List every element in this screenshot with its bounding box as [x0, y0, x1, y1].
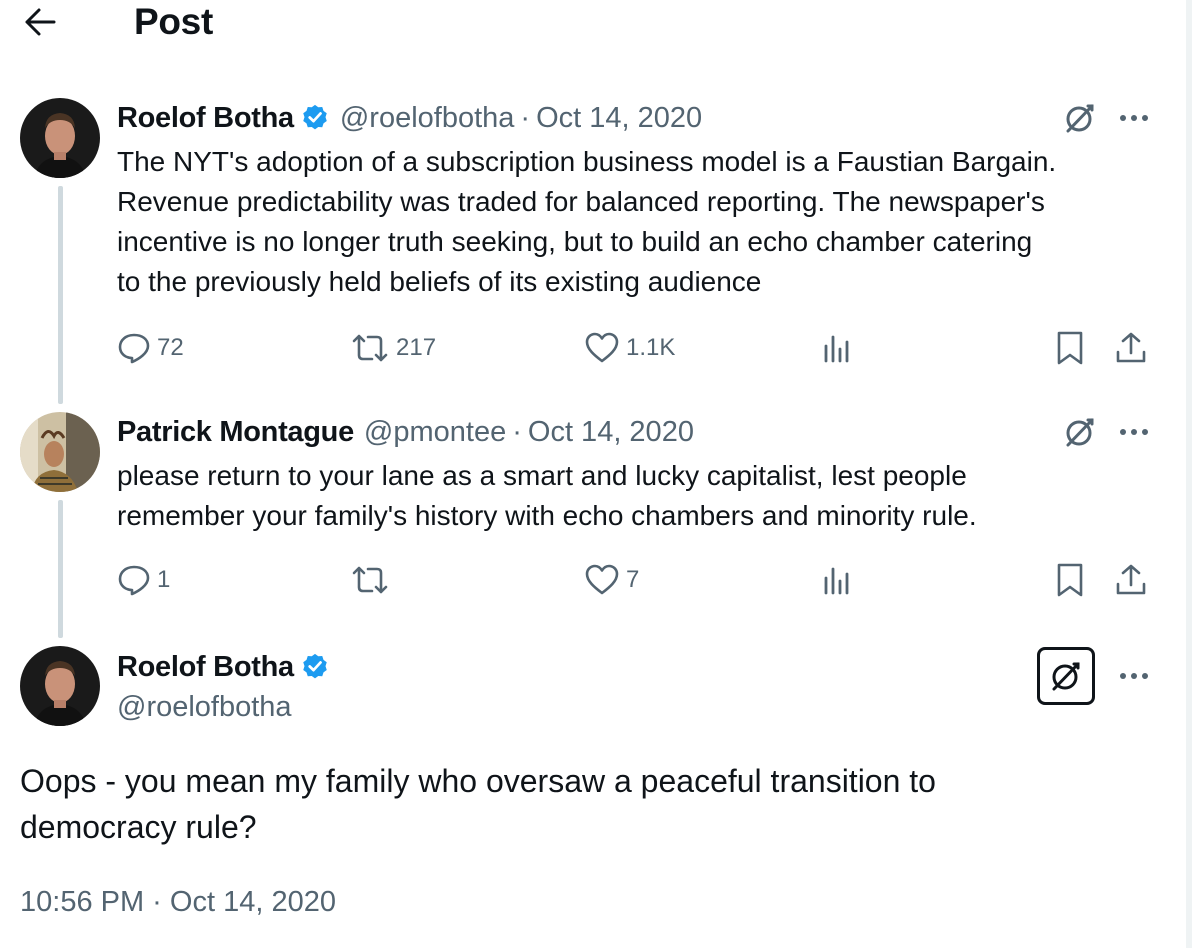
bookmark-icon [1057, 331, 1083, 365]
avatar[interactable] [20, 412, 100, 492]
more-options-button[interactable] [1114, 656, 1154, 696]
tweet-text-line: please return to your lane as a smart an… [117, 460, 967, 491]
analytics-icon [824, 567, 849, 595]
tweet-header: Patrick Montague @pmontee · Oct 14, 2020 [117, 414, 694, 450]
action-bar: 1 7 [117, 558, 1157, 602]
views-button[interactable] [820, 326, 854, 370]
page-title: Post [134, 1, 213, 42]
reply-icon [118, 333, 150, 364]
arrow-left-icon [25, 8, 56, 36]
display-name[interactable]: Roelof Botha [117, 651, 294, 684]
tweet-text: The NYT's adoption of a subscription bus… [117, 142, 1056, 302]
heart-icon [585, 564, 619, 595]
share-button[interactable] [1113, 558, 1149, 602]
handle[interactable]: @roelofbotha [117, 688, 292, 726]
share-icon [1116, 332, 1146, 363]
like-count: 7 [626, 566, 640, 593]
like-button[interactable]: 7 [584, 558, 639, 602]
bookmark-button[interactable] [1053, 558, 1087, 602]
tweet-text-line: incentive is no longer truth seeking, bu… [117, 226, 1033, 257]
bookmark-icon [1057, 563, 1083, 597]
grok-button[interactable] [1060, 98, 1100, 138]
share-icon [1116, 564, 1146, 595]
more-horizontal-icon [1120, 673, 1148, 679]
repost-button[interactable] [350, 558, 396, 602]
tweet-text-line: remember your family's history with echo… [117, 500, 977, 531]
post-timestamp[interactable]: 10:56 PM · Oct 14, 2020 [20, 882, 336, 922]
reply-icon [118, 565, 150, 596]
more-horizontal-icon [1120, 429, 1148, 435]
avatar[interactable] [20, 646, 100, 726]
like-button[interactable]: 1.1K [584, 326, 675, 370]
like-count: 1.1K [626, 334, 676, 361]
reply-count: 72 [157, 334, 184, 361]
views-button[interactable] [820, 558, 854, 602]
more-horizontal-icon [1120, 115, 1148, 121]
post-date[interactable]: Oct 14, 2020 [536, 102, 702, 135]
repost-count: 217 [396, 334, 437, 361]
verified-badge-icon[interactable] [300, 103, 330, 133]
reply-button[interactable]: 1 [117, 558, 170, 602]
post-date[interactable]: Oct 14, 2020 [528, 416, 694, 449]
handle[interactable]: @roelofbotha [340, 102, 515, 135]
display-name[interactable]: Roelof Botha [117, 102, 294, 135]
avatar[interactable] [20, 98, 100, 178]
grok-button[interactable] [1037, 647, 1095, 705]
grok-icon [1066, 418, 1094, 447]
repost-button[interactable]: 217 [350, 326, 436, 370]
grok-icon [1066, 104, 1094, 133]
post-text-line: democracy rule? [20, 809, 257, 845]
repost-icon [352, 334, 388, 362]
grok-button[interactable] [1060, 412, 1100, 452]
heart-icon [585, 332, 619, 363]
separator-dot: · [512, 415, 522, 448]
tweet-text: please return to your lane as a smart an… [117, 456, 977, 536]
more-options-button[interactable] [1114, 98, 1154, 138]
tweet-text-line: to the previously held beliefs of its ex… [117, 266, 762, 297]
analytics-icon [824, 335, 849, 363]
share-button[interactable] [1113, 326, 1149, 370]
thread-connector [58, 186, 63, 404]
grok-icon [1052, 662, 1080, 691]
verified-badge-icon[interactable] [300, 652, 330, 682]
scrollbar-track[interactable] [1186, 0, 1192, 948]
separator-dot: · [520, 101, 531, 134]
handle[interactable]: @pmontee [364, 416, 506, 449]
main-post-header: Roelof Botha [117, 648, 340, 686]
reply-button[interactable]: 72 [117, 326, 184, 370]
tweet-text-line: The NYT's adoption of a subscription bus… [117, 146, 1057, 177]
thread-connector [58, 500, 63, 638]
action-bar: 72 217 1.1K [117, 326, 1157, 370]
bookmark-button[interactable] [1053, 326, 1087, 370]
tweet-text-line: Revenue predictability was traded for ba… [117, 186, 1045, 217]
page-header: Post [0, 0, 1186, 50]
post-text-line: Oops - you mean my family who oversaw a … [20, 763, 936, 799]
back-button[interactable] [20, 2, 60, 42]
more-options-button[interactable] [1114, 412, 1154, 452]
reply-count: 1 [157, 566, 171, 593]
display-name[interactable]: Patrick Montague [117, 416, 354, 449]
tweet-header: Roelof Botha @roelofbotha · Oct 14, 2020 [117, 100, 702, 136]
repost-icon [352, 566, 388, 594]
main-post-text: Oops - you mean my family who oversaw a … [20, 758, 936, 850]
